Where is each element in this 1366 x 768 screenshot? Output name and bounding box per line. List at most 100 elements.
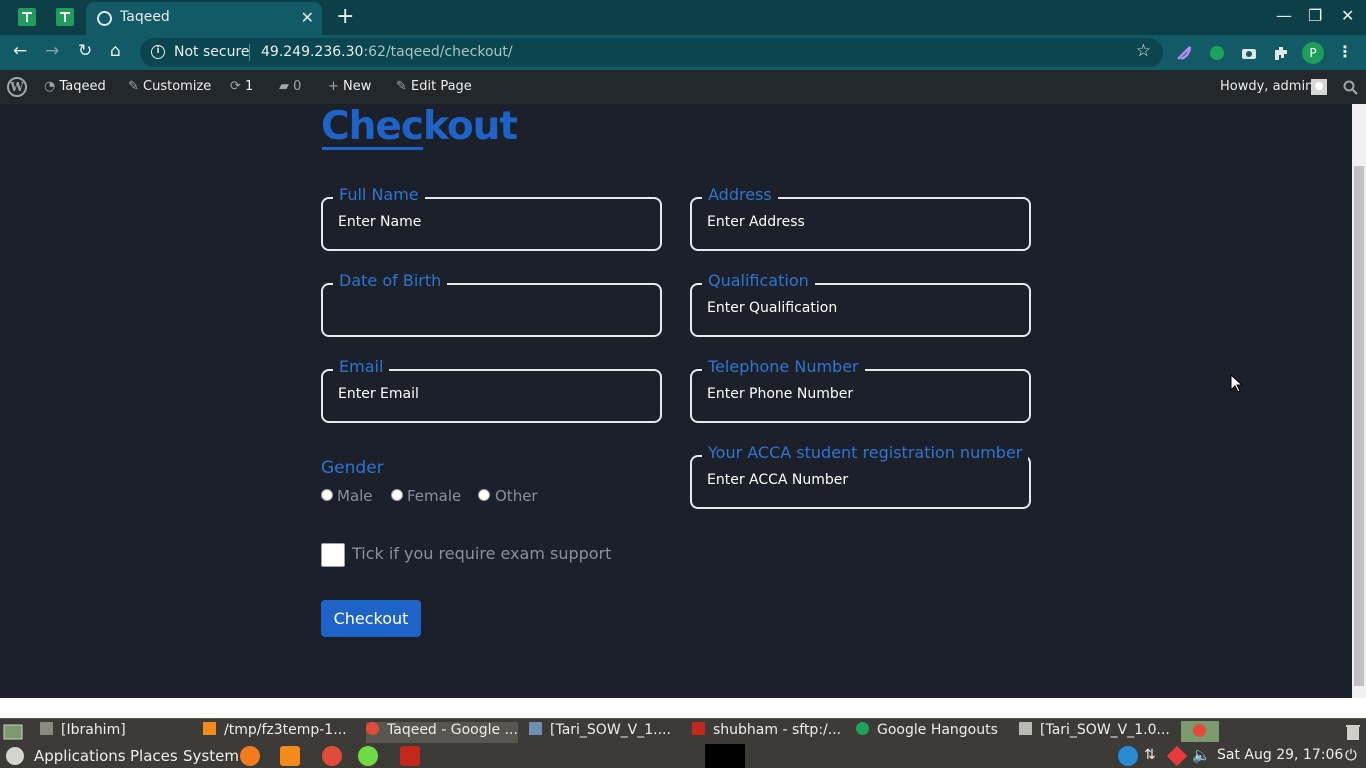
pinned-tab-sheets-2[interactable]	[56, 8, 76, 28]
page-scrollbar[interactable]	[1352, 104, 1366, 698]
camera-extension-icon[interactable]	[1240, 44, 1258, 62]
date-of-birth-label: Date of Birth	[333, 271, 448, 290]
scroll-thumb[interactable]	[1354, 166, 1364, 686]
forward-button[interactable]: →	[45, 41, 59, 61]
address-bar[interactable]: i Not secure 49.249.236.30:62/taqeed/che…	[140, 38, 1163, 67]
tab-title: Taqeed	[120, 9, 170, 25]
power-icon[interactable]: ⏻	[1345, 746, 1357, 764]
tab-close-icon[interactable]: ✕	[301, 8, 314, 27]
document-icon	[529, 722, 542, 735]
comment-icon: ▰	[279, 79, 294, 94]
profile-avatar[interactable]: P	[1302, 42, 1324, 64]
telephone-input[interactable]	[707, 386, 1007, 402]
email-field: Email	[321, 357, 662, 423]
adminbar-howdy[interactable]: Howdy, admin	[1220, 79, 1313, 94]
minimize-button[interactable]: —	[1276, 6, 1292, 25]
system-monitor-graph	[705, 744, 745, 768]
places-menu[interactable]: Places	[130, 747, 178, 765]
system-menu[interactable]: System	[183, 747, 239, 765]
adminbar-comments[interactable]: ▰ 0	[279, 79, 301, 94]
filezilla-icon	[692, 722, 705, 735]
gender-label: Gender	[321, 458, 384, 478]
email-input[interactable]	[338, 386, 638, 402]
title-underline	[322, 147, 423, 150]
date-of-birth-input[interactable]	[338, 300, 638, 316]
gender-male-label[interactable]: Male	[337, 487, 373, 505]
puzzle-extensions-icon[interactable]	[1272, 44, 1290, 62]
anydesk-tray-icon[interactable]	[1166, 745, 1188, 767]
applications-menu[interactable]: Applications	[34, 747, 126, 765]
grammarly-extension-icon[interactable]	[1208, 44, 1226, 62]
tab-taqeed[interactable]: Taqeed ✕	[86, 2, 322, 35]
sheets-icon	[18, 8, 36, 26]
reload-button[interactable]: ↻	[78, 41, 92, 61]
full-name-input[interactable]	[338, 214, 638, 230]
sheets-icon	[56, 8, 74, 26]
close-window-button[interactable]: ✕	[1341, 6, 1354, 25]
exam-support-checkbox[interactable]	[321, 543, 345, 567]
upwork-launcher-icon[interactable]	[358, 746, 378, 766]
window-list-panel: [Ibrahim] /tmp/fz3temp-1... Taqeed - Goo…	[0, 718, 1366, 744]
address-input[interactable]	[707, 214, 1007, 230]
search-icon[interactable]	[1343, 80, 1358, 95]
adminbar-customize[interactable]: ✎ Customize	[128, 79, 211, 94]
adminbar-site-name[interactable]: ◔ Taqeed	[44, 79, 106, 94]
workspace-switcher[interactable]	[1181, 721, 1219, 742]
checkout-button[interactable]: Checkout	[321, 600, 421, 637]
browser-menu-icon[interactable]: ⋮	[1337, 42, 1353, 61]
adminbar-new[interactable]: + New	[328, 79, 371, 94]
acca-number-input[interactable]	[707, 472, 1007, 488]
taskbar-window-shubham-sftp[interactable]: shubham - sftp:/...	[692, 722, 847, 743]
omnibox-divider	[249, 44, 250, 61]
show-desktop-icon[interactable]	[3, 724, 23, 740]
pinned-tab-sheets[interactable]	[18, 8, 38, 28]
chrome-icon	[1193, 724, 1206, 737]
exam-support-label[interactable]: Tick if you require exam support	[352, 544, 611, 563]
not-secure-label[interactable]: Not secure	[174, 44, 250, 60]
trash-icon[interactable]	[1343, 722, 1363, 742]
volume-tray-icon[interactable]: 🔈	[1192, 746, 1211, 764]
taskbar-window-ibrahim[interactable]: [Ibrahim]	[40, 722, 190, 743]
new-tab-button[interactable]: +	[336, 4, 354, 29]
gender-female-label[interactable]: Female	[407, 487, 461, 505]
telephone-label: Telephone Number	[702, 357, 865, 376]
acca-number-field: Your ACCA student registration number	[690, 443, 1031, 509]
filezilla-launcher-icon[interactable]	[400, 746, 420, 766]
taskbar-window-hangouts[interactable]: Google Hangouts	[856, 722, 1006, 743]
system-logo-icon[interactable]	[6, 747, 24, 765]
feather-extension-icon[interactable]	[1175, 44, 1193, 62]
network-tray-icon[interactable]: ⇅	[1144, 747, 1156, 763]
gender-other-radio[interactable]	[478, 489, 490, 501]
gender-female-radio[interactable]	[391, 489, 403, 501]
updates-icon: ⟳	[230, 79, 246, 94]
clock[interactable]: Sat Aug 29, 17:06	[1217, 747, 1343, 763]
sublime-icon	[203, 722, 216, 735]
qualification-input[interactable]	[707, 300, 1007, 316]
gender-other-label[interactable]: Other	[495, 487, 538, 505]
dashboard-icon: ◔	[44, 79, 60, 94]
adminbar-edit-page[interactable]: ✎ Edit Page	[396, 79, 472, 94]
taskbar-window-taqeed-chrome[interactable]: Taqeed - Google ...	[366, 722, 518, 743]
taskbar-window-fz3temp[interactable]: /tmp/fz3temp-1...	[203, 722, 353, 743]
bookmark-star-icon[interactable]: ☆	[1136, 41, 1151, 61]
pencil-icon: ✎	[396, 79, 412, 94]
adminbar-updates[interactable]: ⟳ 1	[230, 79, 253, 94]
teamviewer-tray-icon[interactable]	[1118, 746, 1138, 766]
home-button[interactable]: ⌂	[110, 41, 121, 61]
document-icon	[1019, 722, 1032, 735]
taskbar-window-tari-sow-2[interactable]: [Tari_SOW_V_1.0...	[1019, 722, 1173, 743]
qualification-field: Qualification	[690, 271, 1031, 337]
firefox-launcher-icon[interactable]	[240, 746, 260, 766]
back-button[interactable]: ←	[13, 41, 27, 61]
restore-button[interactable]: ❐	[1308, 6, 1322, 25]
taskbar-window-tari-sow-1[interactable]: [Tari_SOW_V_1....	[529, 722, 679, 743]
admin-avatar[interactable]	[1311, 79, 1327, 95]
sublime-launcher-icon[interactable]	[280, 746, 300, 766]
hangouts-icon	[856, 722, 869, 735]
email-label: Email	[333, 357, 390, 376]
wordpress-logo-icon[interactable]: W	[7, 77, 27, 97]
chrome-launcher-icon[interactable]	[322, 746, 342, 766]
info-icon[interactable]: i	[151, 45, 165, 59]
gender-male-radio[interactable]	[321, 489, 333, 501]
url-text[interactable]: 49.249.236.30:62/taqeed/checkout/	[261, 44, 513, 60]
